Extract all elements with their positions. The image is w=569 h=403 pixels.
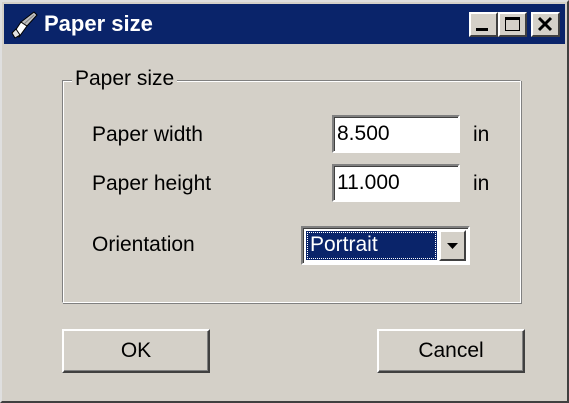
orientation-selected-value[interactable]: Portrait	[306, 231, 437, 260]
minimize-button[interactable]	[469, 12, 498, 37]
cancel-button[interactable]: Cancel	[377, 329, 525, 373]
paper-brush-icon	[10, 9, 40, 39]
paper-width-unit: in	[473, 123, 490, 146]
minimize-icon	[476, 28, 488, 31]
chevron-down-icon	[447, 243, 458, 249]
maximize-button[interactable]	[498, 12, 527, 37]
close-button[interactable]	[531, 12, 560, 37]
window-title: Paper size	[44, 11, 153, 36]
paper-width-label: Paper width	[92, 123, 203, 146]
close-icon	[537, 16, 553, 32]
ok-button[interactable]: OK	[62, 329, 210, 373]
paper-height-unit: in	[473, 172, 490, 195]
orientation-label: Orientation	[92, 233, 195, 256]
maximize-icon	[505, 17, 520, 31]
orientation-select[interactable]: Portrait	[301, 226, 470, 265]
paper-width-input[interactable]	[332, 115, 460, 153]
paper-size-dialog: Paper size Paper size Paper width in Pap…	[0, 0, 569, 403]
paper-height-input[interactable]	[332, 164, 460, 202]
paper-height-label: Paper height	[92, 172, 212, 195]
dropdown-button[interactable]	[439, 230, 466, 261]
group-label: Paper size	[72, 66, 178, 92]
title-bar[interactable]: Paper size	[4, 4, 565, 44]
